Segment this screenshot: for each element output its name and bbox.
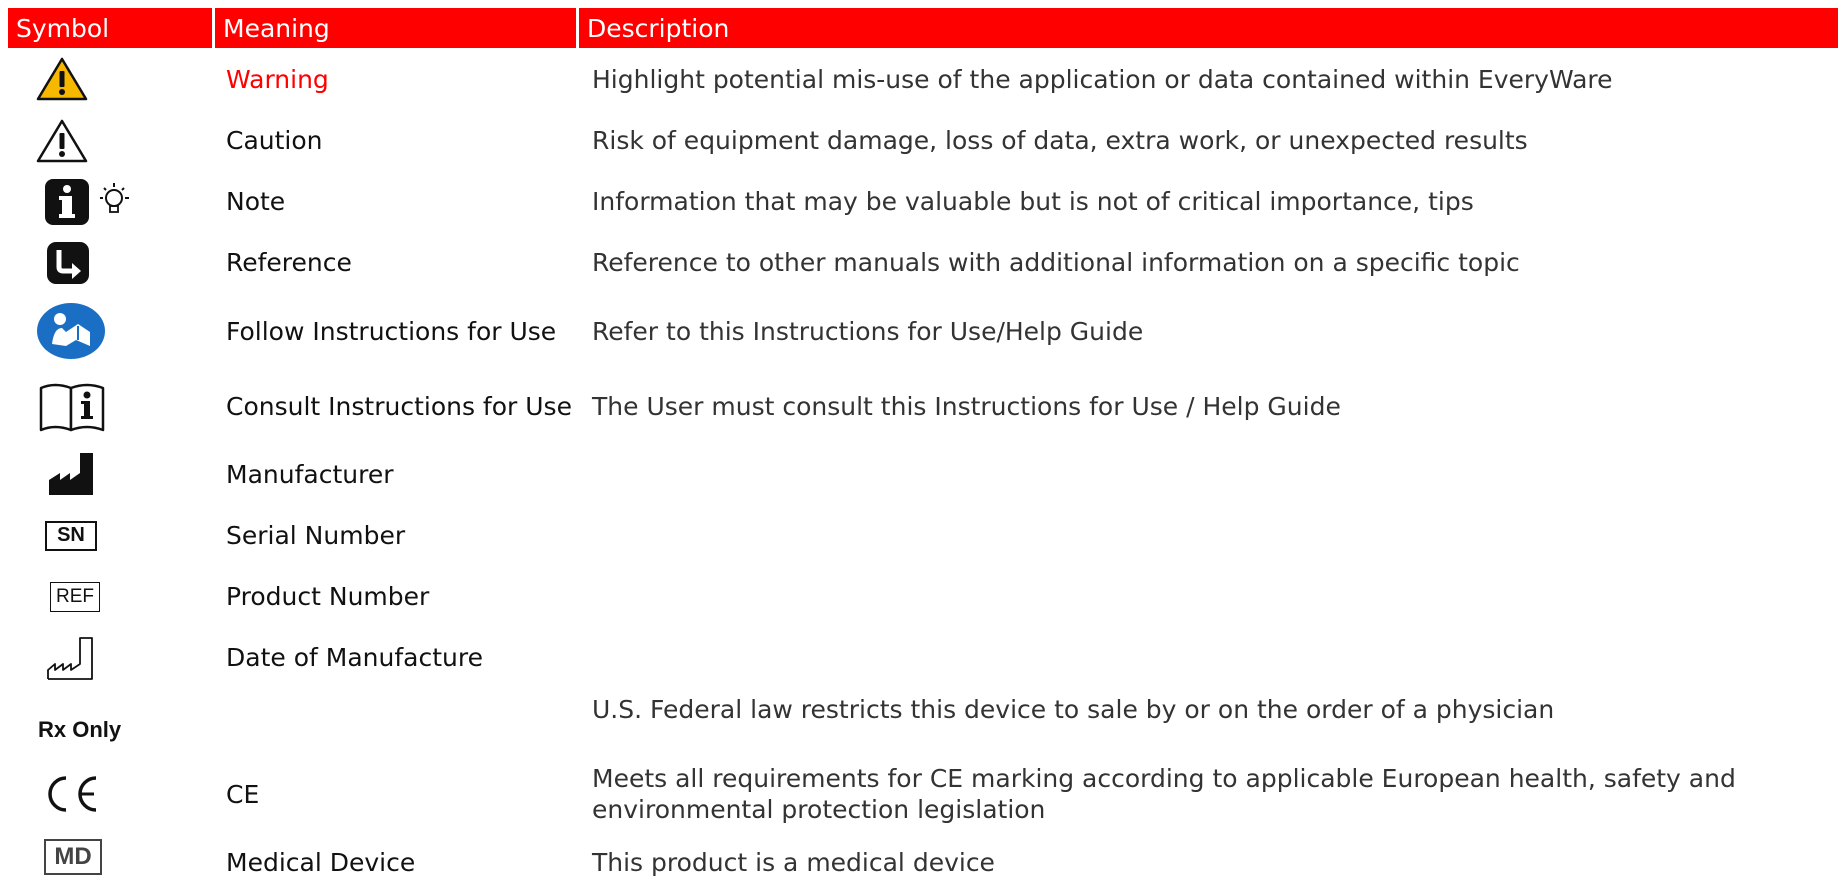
table-row: CE Meets all requirements for CE marking…	[8, 751, 1838, 837]
description-cell	[576, 443, 1838, 505]
symbol-cell	[8, 110, 212, 171]
description-cell	[576, 566, 1838, 627]
symbol-cell: MD	[8, 837, 212, 881]
meaning-cell: Follow Instructions for Use	[226, 316, 557, 346]
meaning-cell: Warning	[226, 64, 329, 94]
table-row: Note Information that may be valuable bu…	[8, 171, 1838, 232]
table-header: Symbol Meaning Description	[8, 8, 1838, 48]
table-row: MD Medical Device This product is a medi…	[8, 837, 1838, 881]
symbol-cell	[8, 232, 212, 293]
table-row: REF Product Number	[8, 566, 1838, 627]
table-row: Caution Risk of equipment damage, loss o…	[8, 110, 1838, 171]
table-body: Warning Highlight potential mis-use of t…	[8, 48, 1838, 881]
table-row: Rx Only U.S. Federal law restricts this …	[8, 688, 1838, 751]
table-row: Manufacturer	[8, 443, 1838, 505]
manufacturer-icon	[49, 453, 93, 495]
table-row: Warning Highlight potential mis-use of t…	[8, 48, 1838, 110]
meaning-cell	[212, 688, 576, 751]
warning-yellow-icon	[36, 57, 88, 101]
description-cell	[576, 505, 1838, 566]
table-row: SN Serial Number	[8, 505, 1838, 566]
table-row: Date of Manufacture	[8, 627, 1838, 688]
meaning-cell: Product Number	[226, 582, 430, 611]
description-cell: Highlight potential mis-use of the appli…	[592, 64, 1613, 94]
date-of-manufacture-icon	[47, 636, 93, 680]
medical-device-icon: MD	[44, 839, 102, 875]
meaning-cell: CE	[226, 779, 260, 809]
description-cell	[576, 627, 1838, 688]
reference-arrow-icon	[47, 241, 89, 284]
symbol-cell: Rx Only	[8, 688, 212, 751]
description-cell: Meets all requirements for CE marking ac…	[592, 764, 1736, 824]
description-cell: The User must consult this Instructions …	[592, 391, 1341, 421]
caution-triangle-icon	[36, 119, 88, 162]
symbols-table: Symbol Meaning Description Warning Highl…	[8, 8, 1838, 881]
description-cell: This product is a medical device	[592, 848, 995, 877]
info-lightbulb-icon	[45, 178, 129, 225]
description-cell: Refer to this Instructions for Use/Help …	[592, 316, 1144, 346]
symbol-cell	[8, 751, 212, 837]
meaning-cell: Reference	[226, 248, 352, 277]
description-cell: Information that may be valuable but is …	[592, 187, 1474, 216]
rx-only-icon: Rx Only	[38, 717, 122, 742]
meaning-cell: Caution	[226, 126, 323, 155]
symbol-cell	[8, 627, 212, 688]
description-cell: U.S. Federal law restricts this device t…	[592, 695, 1555, 724]
symbol-cell	[8, 48, 212, 110]
header-description: Description	[576, 8, 1838, 48]
serial-number-icon: SN	[45, 520, 97, 551]
description-cell: Risk of equipment damage, loss of data, …	[592, 126, 1528, 155]
table-row: Consult Instructions for Use The User mu…	[8, 369, 1838, 443]
symbol-cell: SN	[8, 505, 212, 566]
meaning-cell: Consult Instructions for Use	[226, 391, 572, 421]
symbol-cell: REF	[8, 566, 212, 627]
header-meaning: Meaning	[212, 8, 576, 48]
symbol-cell	[8, 369, 212, 443]
meaning-cell: Note	[226, 187, 286, 216]
consult-instructions-icon	[39, 383, 105, 432]
symbol-cell	[8, 293, 212, 369]
ce-mark-icon	[48, 776, 97, 812]
table-row: Follow Instructions for Use Refer to thi…	[8, 293, 1838, 369]
meaning-cell: Manufacturer	[226, 459, 394, 489]
meaning-cell: Serial Number	[226, 521, 406, 550]
meaning-cell: Medical Device	[226, 848, 416, 877]
product-number-icon: REF	[50, 581, 100, 612]
symbol-cell	[8, 171, 212, 232]
follow-instructions-icon	[37, 303, 105, 359]
description-cell: Reference to other manuals with addition…	[592, 248, 1520, 277]
meaning-cell: Date of Manufacture	[226, 643, 483, 672]
symbol-cell	[8, 443, 212, 505]
header-symbol: Symbol	[16, 13, 110, 43]
table-row: Reference Reference to other manuals wit…	[8, 232, 1838, 293]
